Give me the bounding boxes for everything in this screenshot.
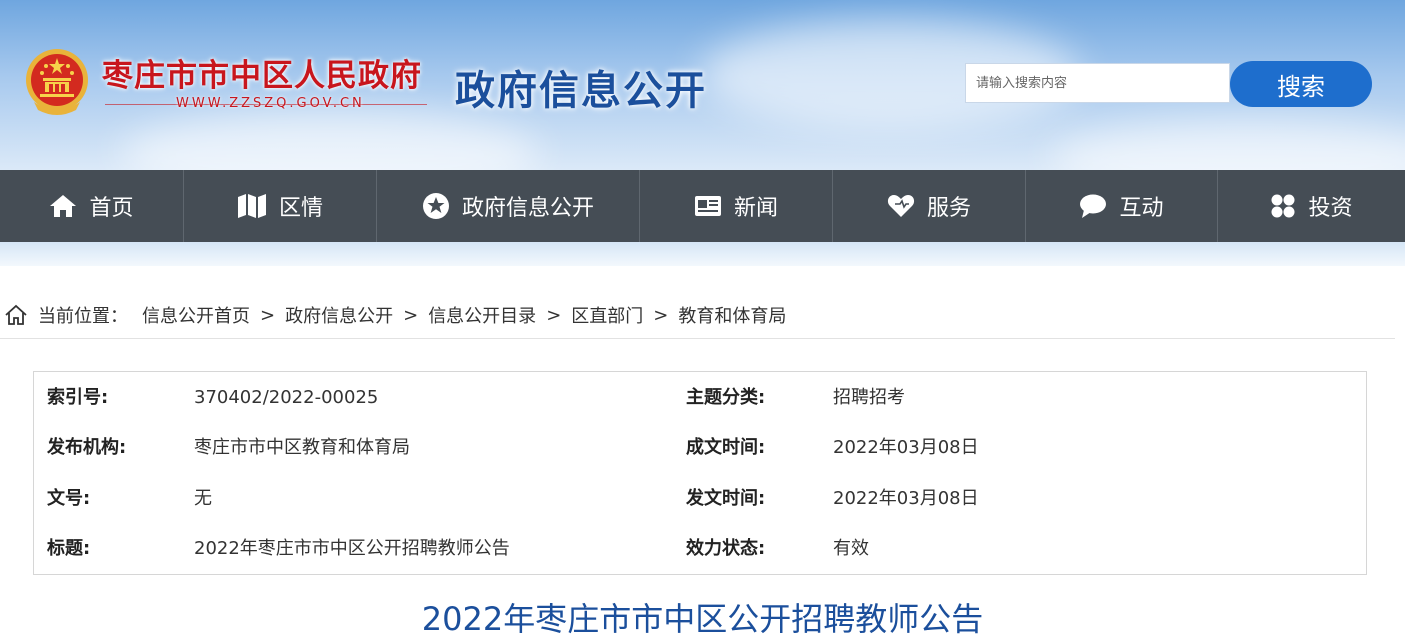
nav-item-district[interactable]: 区情 <box>184 170 377 242</box>
national-emblem-icon <box>26 49 88 115</box>
home-outline-icon <box>5 304 27 325</box>
site-name: 枣庄市市中区人民政府 <box>102 58 422 94</box>
nav-bottom-strip <box>0 242 1405 266</box>
breadcrumb-separator: > <box>403 304 419 326</box>
doc-number-value: 无 <box>194 488 212 509</box>
site-url: WWW.ZZSZQ.GOV.CN <box>176 96 365 111</box>
index-value: 370402/2022-00025 <box>194 387 379 408</box>
breadcrumb-link[interactable]: 信息公开目录 <box>428 302 536 328</box>
nav-item-gov-info[interactable]: 政府信息公开 <box>377 170 640 242</box>
id-card-icon <box>694 196 721 216</box>
breadcrumb: 当前位置： 信息公开首页 > 政府信息公开 > 信息公开目录 > 区直部门 > … <box>0 300 786 330</box>
publisher-label: 发布机构: <box>47 437 127 458</box>
nav-item-label: 投资 <box>1308 196 1353 221</box>
search-input[interactable] <box>965 63 1230 103</box>
header-cloud <box>120 110 540 170</box>
heart-icon <box>887 195 915 217</box>
nav-item-label: 互动 <box>1119 196 1164 221</box>
home-icon <box>50 195 77 217</box>
breadcrumb-separator: > <box>260 304 276 326</box>
main-nav: 首页 区情 政府信息公开 新闻 服务 互动 投资 <box>0 170 1405 242</box>
issued-date-label: 发文时间: <box>686 488 766 509</box>
created-date-value: 2022年03月08日 <box>833 437 979 458</box>
status-label: 效力状态: <box>686 538 766 559</box>
breadcrumb-link[interactable]: 教育和体育局 <box>678 302 786 328</box>
nav-item-interaction[interactable]: 互动 <box>1026 170 1218 242</box>
chat-bubble-icon <box>1080 194 1107 218</box>
status-value: 有效 <box>833 538 869 559</box>
search-button[interactable]: 搜索 <box>1230 61 1372 107</box>
breadcrumb-link[interactable]: 区直部门 <box>571 302 643 328</box>
breadcrumb-prefix: 当前位置： <box>38 306 128 327</box>
nav-item-investment[interactable]: 投资 <box>1218 170 1405 242</box>
nav-item-label: 区情 <box>278 196 323 221</box>
document-info-table: 索引号: 370402/2022-00025 主题分类: 招聘招考 发布机构: … <box>33 371 1367 575</box>
topic-label: 主题分类: <box>686 387 766 408</box>
nav-item-news[interactable]: 新闻 <box>640 170 833 242</box>
header-cloud <box>1050 120 1405 170</box>
breadcrumb-link[interactable]: 信息公开首页 <box>142 302 250 328</box>
article-title: 2022年枣庄市市中区公开招聘教师公告 <box>421 600 984 638</box>
grid-dots-icon <box>1271 194 1295 218</box>
breadcrumb-divider <box>0 338 1395 339</box>
nav-item-service[interactable]: 服务 <box>833 170 1026 242</box>
nav-item-label: 新闻 <box>733 196 778 221</box>
nav-item-label: 服务 <box>926 196 971 221</box>
breadcrumb-separator: > <box>653 304 669 326</box>
map-icon <box>237 194 266 218</box>
nav-item-home[interactable]: 首页 <box>0 170 184 242</box>
breadcrumb-link[interactable]: 政府信息公开 <box>285 302 393 328</box>
section-title: 政府信息公开 <box>455 68 707 114</box>
nav-item-label: 首页 <box>89 196 134 221</box>
title-label: 标题: <box>47 538 91 559</box>
doc-number-label: 文号: <box>47 488 91 509</box>
site-header: 枣庄市市中区人民政府 WWW.ZZSZQ.GOV.CN 政府信息公开 搜索 <box>0 0 1405 170</box>
title-value: 2022年枣庄市市中区公开招聘教师公告 <box>194 538 510 559</box>
issued-date-value: 2022年03月08日 <box>833 488 979 509</box>
created-date-label: 成文时间: <box>686 437 766 458</box>
topic-value: 招聘招考 <box>833 387 905 408</box>
nav-item-label: 政府信息公开 <box>461 196 594 221</box>
index-label: 索引号: <box>47 387 109 408</box>
breadcrumb-separator: > <box>546 304 562 326</box>
star-circle-icon <box>422 193 449 219</box>
publisher-value: 枣庄市市中区教育和体育局 <box>194 437 410 458</box>
